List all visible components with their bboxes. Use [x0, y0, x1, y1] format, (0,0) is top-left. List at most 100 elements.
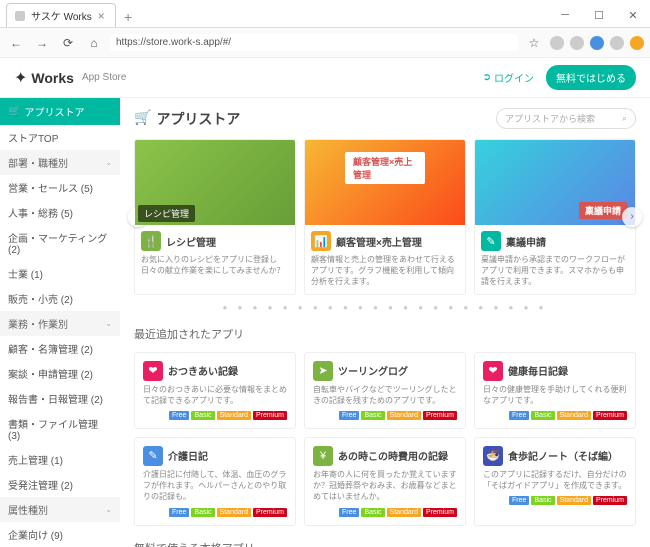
extension-icon[interactable]: [630, 36, 644, 50]
sidebar-header[interactable]: 🛒 アプリストア: [0, 98, 120, 125]
sidebar-item[interactable]: 報告書・日報管理 (2): [0, 386, 120, 411]
carousel-next[interactable]: ›: [622, 207, 642, 227]
card-title: 食歩記ノート（そば編）: [508, 448, 618, 463]
tag-standard: Standard: [217, 411, 251, 420]
sidebar-item[interactable]: 売上管理 (1): [0, 447, 120, 472]
sidebar-item[interactable]: 士業 (1): [0, 261, 120, 286]
address-bar: ← → ⟳ ⌂ https://store.work-s.app/#/ ☆: [0, 28, 650, 58]
plan-tags: Free Basic Standard Premium: [143, 508, 287, 517]
sidebar-item[interactable]: 販売・小売 (2): [0, 286, 120, 311]
card-image: レシピ管理: [135, 140, 295, 225]
logo[interactable]: ✦ Works App Store: [14, 68, 126, 88]
tag-standard: Standard: [387, 508, 421, 517]
sidebar-item[interactable]: 人事・総務 (5): [0, 200, 120, 225]
card-desc: お年寄の人に何を買ったか覚えていますか？冠婚葬祭やおみま、お歳暮などまとめてはい…: [313, 469, 457, 503]
sidebar-item[interactable]: 企業向け (9): [0, 522, 120, 547]
card-desc: このアプリに記録するだけ、自分だけの「そばガイドアプリ」を作成できます。: [483, 469, 627, 491]
url-field[interactable]: https://store.work-s.app/#/: [110, 34, 518, 51]
tag-premium: Premium: [423, 411, 457, 420]
login-link[interactable]: ➲ ログイン: [483, 70, 534, 85]
login-icon: ➲: [483, 72, 491, 83]
favicon: [15, 11, 25, 21]
chevron-down-icon: ⌄: [105, 319, 112, 328]
tag-basic: Basic: [191, 411, 214, 420]
sidebar-item[interactable]: 案談・申請管理 (2): [0, 361, 120, 386]
browser-titlebar: サスケ Works × + ─ ☐ ✕: [0, 0, 650, 28]
section-title-recent: 最近追加されたアプリ: [134, 326, 636, 342]
tag-basic: Basic: [191, 508, 214, 517]
sidebar-item[interactable]: 顧客・名簿管理 (2): [0, 336, 120, 361]
tag-basic: Basic: [361, 411, 384, 420]
reload-button[interactable]: ⟳: [58, 33, 78, 53]
cart-icon: 🛒: [8, 106, 20, 117]
card-desc: お気に入りのレシピをアプリに登録し日々の献立作業を楽にしてみませんか？: [141, 254, 289, 276]
chevron-down-icon: ⌄: [105, 158, 112, 167]
tag-premium: Premium: [253, 508, 287, 517]
maximize-button[interactable]: ☐: [582, 3, 616, 27]
sidebar-group-dept[interactable]: 部署・職種別⌄: [0, 150, 120, 175]
image-badge: 稟議申請: [579, 202, 627, 219]
plan-tags: Free Basic Standard Premium: [313, 508, 457, 517]
star-icon[interactable]: ☆: [524, 33, 544, 53]
image-banner: 顧客管理×売上管理: [345, 152, 425, 184]
card-title: 健康毎日記録: [508, 363, 568, 378]
plan-tags: Free Basic Standard Premium: [143, 411, 287, 420]
tag-standard: Standard: [557, 411, 591, 420]
card-desc: 介護日記に付随して、体温、血圧のグラフが作れます。ヘルパーさんとのやり取りの記録…: [143, 469, 287, 503]
app-icon: 📊: [311, 231, 331, 251]
sidebar-item[interactable]: 企画・マーケティング (2): [0, 225, 120, 261]
card-title: あの時この時費用の記録: [338, 448, 448, 463]
tag-premium: Premium: [593, 411, 627, 420]
search-input[interactable]: アプリストアから検索 ⌕: [496, 108, 636, 129]
chevron-down-icon: ⌄: [105, 505, 112, 514]
sidebar-group-task[interactable]: 業務・作業別⌄: [0, 311, 120, 336]
minimize-button[interactable]: ─: [548, 3, 582, 27]
feature-card[interactable]: レシピ管理 🍴 レシピ管理 お気に入りのレシピをアプリに登録し日々の献立作業を楽…: [134, 139, 296, 295]
extension-icon[interactable]: [590, 36, 604, 50]
back-button[interactable]: ←: [6, 33, 26, 53]
app-card[interactable]: ¥ あの時この時費用の記録 お年寄の人に何を買ったか覚えていますか？冠婚葬祭やお…: [304, 437, 466, 526]
card-desc: 顧客情報と売上の管理をあわせて行えるアプリです。グラフ機能を利用して傾向分析を行…: [311, 254, 459, 288]
tag-free: Free: [509, 411, 529, 420]
main-content: 🛒 アプリストア アプリストアから検索 ⌕ ‹ レシピ管理 🍴 レシピ管理 お気…: [120, 98, 650, 547]
search-icon: ⌕: [622, 113, 627, 124]
extension-icon[interactable]: [570, 36, 584, 50]
new-tab-button[interactable]: +: [116, 7, 140, 27]
tag-free: Free: [169, 411, 189, 420]
feature-card[interactable]: 顧客管理×売上管理 📊 顧客管理×売上管理 顧客情報と売上の管理をあわせて行える…: [304, 139, 466, 295]
tag-free: Free: [169, 508, 189, 517]
card-desc: 日々のおつきあいに必要な情報をまとめて記録できるアプリです。: [143, 384, 287, 406]
sidebar-group-attr[interactable]: 属性種別⌄: [0, 497, 120, 522]
app-card[interactable]: ❤ おつきあい記録 日々のおつきあいに必要な情報をまとめて記録できるアプリです。…: [134, 352, 296, 429]
plan-tags: Free Basic Standard Premium: [483, 496, 627, 505]
start-free-button[interactable]: 無料ではじめる: [546, 65, 636, 90]
app-icon: ✎: [143, 446, 163, 466]
sidebar-item[interactable]: 書類・ファイル管理 (3): [0, 411, 120, 447]
tag-standard: Standard: [387, 411, 421, 420]
tag-basic: Basic: [361, 508, 384, 517]
app-card[interactable]: ✎ 介護日記 介護日記に付随して、体温、血圧のグラフが作れます。ヘルパーさんとの…: [134, 437, 296, 526]
tag-free: Free: [509, 496, 529, 505]
sidebar-item[interactable]: 受発注管理 (2): [0, 472, 120, 497]
card-desc: 日々の健康管理を手助けしてくれる便利なアプリです。: [483, 384, 627, 406]
sidebar-item[interactable]: 営業・セールス (5): [0, 175, 120, 200]
tag-basic: Basic: [531, 411, 554, 420]
app-card[interactable]: ❤ 健康毎日記録 日々の健康管理を手助けしてくれる便利なアプリです。 Free …: [474, 352, 636, 429]
sidebar-item-top[interactable]: ストアTOP: [0, 125, 120, 150]
browser-tab[interactable]: サスケ Works ×: [6, 3, 116, 27]
tag-standard: Standard: [557, 496, 591, 505]
forward-button[interactable]: →: [32, 33, 52, 53]
profile-icon[interactable]: [610, 36, 624, 50]
page-title: 🛒 アプリストア: [134, 109, 240, 129]
close-icon[interactable]: ×: [98, 9, 105, 23]
logo-icon: ✦: [14, 68, 27, 88]
card-title: 顧客管理×売上管理: [336, 234, 422, 249]
home-button[interactable]: ⌂: [84, 33, 104, 53]
feature-card[interactable]: 稟議申請 ✎ 稟議申請 稟議申請から承認までのワークフローがアプリで利用できます…: [474, 139, 636, 295]
app-card[interactable]: 🍜 食歩記ノート（そば編） このアプリに記録するだけ、自分だけの「そばガイドアプ…: [474, 437, 636, 526]
close-window-button[interactable]: ✕: [616, 3, 650, 27]
extension-icon[interactable]: [550, 36, 564, 50]
app-card[interactable]: ➤ ツーリングログ 自転車やバイクなどでツーリングしたときの記録を残すためのアプ…: [304, 352, 466, 429]
carousel-dots[interactable]: ● ● ● ● ● ● ● ● ● ● ● ● ● ● ● ● ● ● ● ● …: [134, 303, 636, 312]
card-image: 顧客管理×売上管理: [305, 140, 465, 225]
